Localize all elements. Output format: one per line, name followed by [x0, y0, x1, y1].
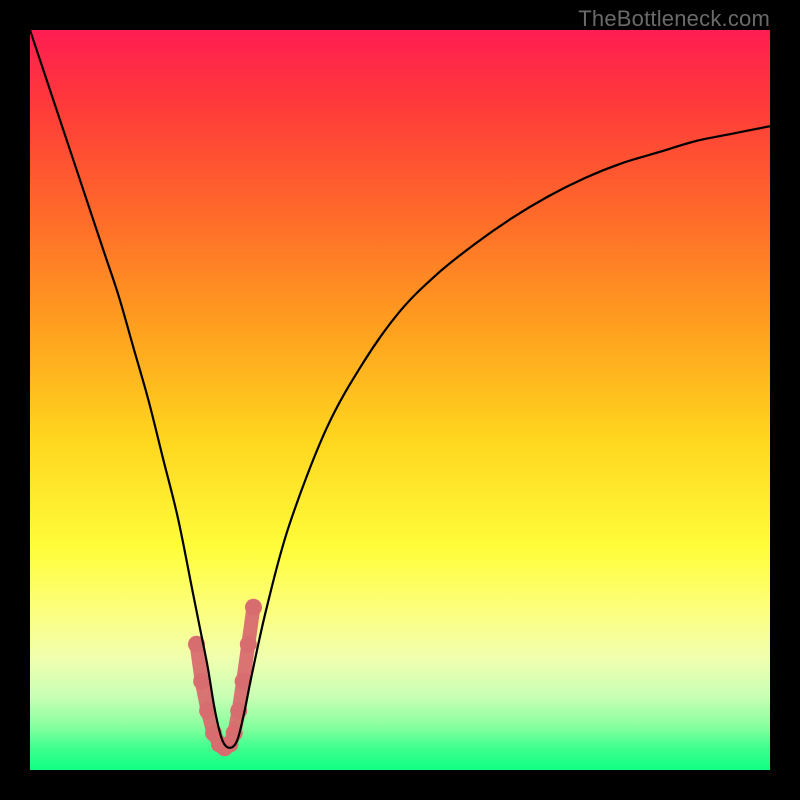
chart-svg	[30, 30, 770, 770]
chart-frame: TheBottleneck.com	[0, 0, 800, 800]
watermark-text: TheBottleneck.com	[578, 6, 770, 32]
gradient-background	[30, 30, 770, 770]
plot-area	[30, 30, 770, 770]
